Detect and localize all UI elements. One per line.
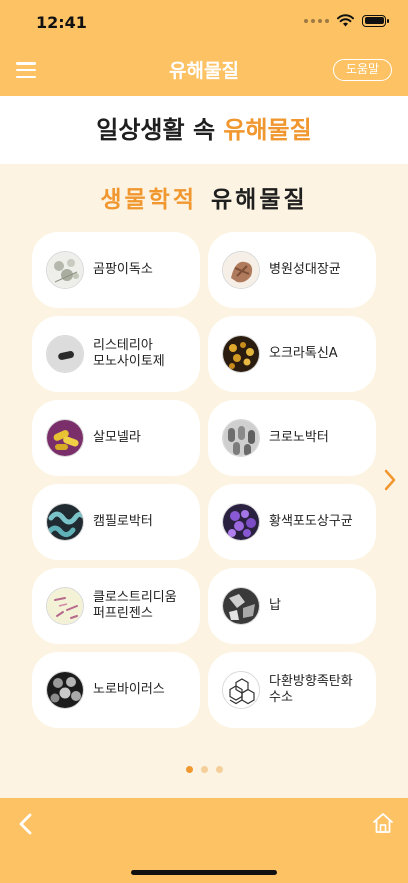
hazard-label: 황색포도상구균 (269, 514, 353, 529)
home-indicator (131, 870, 277, 875)
page-indicator (0, 766, 408, 773)
cronobacter-icon (222, 419, 260, 457)
hazard-card-ochratoxin[interactable]: 오크라톡신A (208, 316, 376, 392)
wifi-icon (337, 14, 354, 27)
hazard-label: 살모넬라 (93, 430, 141, 445)
hazard-card-staphylococcus[interactable]: 황색포도상구균 (208, 484, 376, 560)
hazard-label: 납 (269, 598, 281, 613)
status-icons (304, 14, 389, 27)
bottom-bar (0, 798, 408, 883)
page-dot-2[interactable] (200, 766, 208, 773)
home-icon[interactable] (372, 812, 394, 834)
hazard-label: 노로바이러스 (93, 682, 165, 697)
hazard-card-pah[interactable]: 다환방향족탄화 수소 (208, 652, 376, 728)
hazard-card-e-coli[interactable]: 병원성대장균 (208, 232, 376, 308)
page-dot-3[interactable] (215, 766, 223, 773)
staphylococcus-icon (222, 503, 260, 541)
hazard-label: 곰팡이독소 (93, 262, 153, 277)
hazard-label: 다환방향족탄화 수소 (269, 674, 353, 705)
section-highlight: 생물학적 (100, 187, 197, 213)
clostridium-icon (46, 587, 84, 625)
status-time: 12:41 (36, 13, 87, 32)
hazard-card-campylobacter[interactable]: 캠필로박터 (32, 484, 200, 560)
pah-molecule-icon (222, 671, 260, 709)
banner-title: 일상생활 속 유해물질 (0, 96, 408, 164)
banner-prefix: 일상생활 속 (96, 116, 224, 144)
hazard-label: 병원성대장균 (269, 262, 341, 277)
hazard-card-norovirus[interactable]: 노로바이러스 (32, 652, 200, 728)
lead-icon (222, 587, 260, 625)
banner-highlight: 유해물질 (223, 116, 312, 144)
section-title: 생물학적 유해물질 (0, 180, 408, 214)
back-arrow-icon[interactable] (16, 812, 36, 836)
pathogenic-e-coli-icon (222, 251, 260, 289)
hazard-grid: 곰팡이독소 병원성대장균 리스테리아 모노사이토제 오크라톡신A 살모넬라 크로… (32, 232, 376, 728)
hazard-card-cronobacter[interactable]: 크로노박터 (208, 400, 376, 476)
hazard-label: 오크라톡신A (269, 346, 338, 361)
help-button[interactable]: 도움말 (333, 59, 392, 81)
hazard-card-listeria[interactable]: 리스테리아 모노사이토제 (32, 316, 200, 392)
page-dot-1[interactable] (185, 766, 193, 773)
norovirus-icon (46, 671, 84, 709)
battery-icon (362, 14, 389, 27)
hazard-card-clostridium[interactable]: 클로스트리디움 퍼프린젠스 (32, 568, 200, 644)
hazard-card-mold-toxin[interactable]: 곰팡이독소 (32, 232, 200, 308)
hazard-card-salmonella[interactable]: 살모넬라 (32, 400, 200, 476)
campylobacter-icon (46, 503, 84, 541)
signal-icon (304, 18, 329, 23)
salmonella-icon (46, 419, 84, 457)
mold-toxin-icon (46, 251, 84, 289)
hazard-label: 크로노박터 (269, 430, 329, 445)
hazard-label: 클로스트리디움 퍼프린젠스 (93, 590, 177, 621)
chevron-right-icon[interactable] (382, 468, 398, 492)
hazard-card-lead[interactable]: 납 (208, 568, 376, 644)
section-rest: 유해물질 (211, 187, 308, 213)
listeria-icon (46, 335, 84, 373)
hazard-label: 캠필로박터 (93, 514, 153, 529)
hazard-label: 리스테리아 모노사이토제 (93, 338, 165, 369)
ochratoxin-a-icon (222, 335, 260, 373)
top-bar: 12:41 유해물질 도움말 (0, 0, 408, 96)
